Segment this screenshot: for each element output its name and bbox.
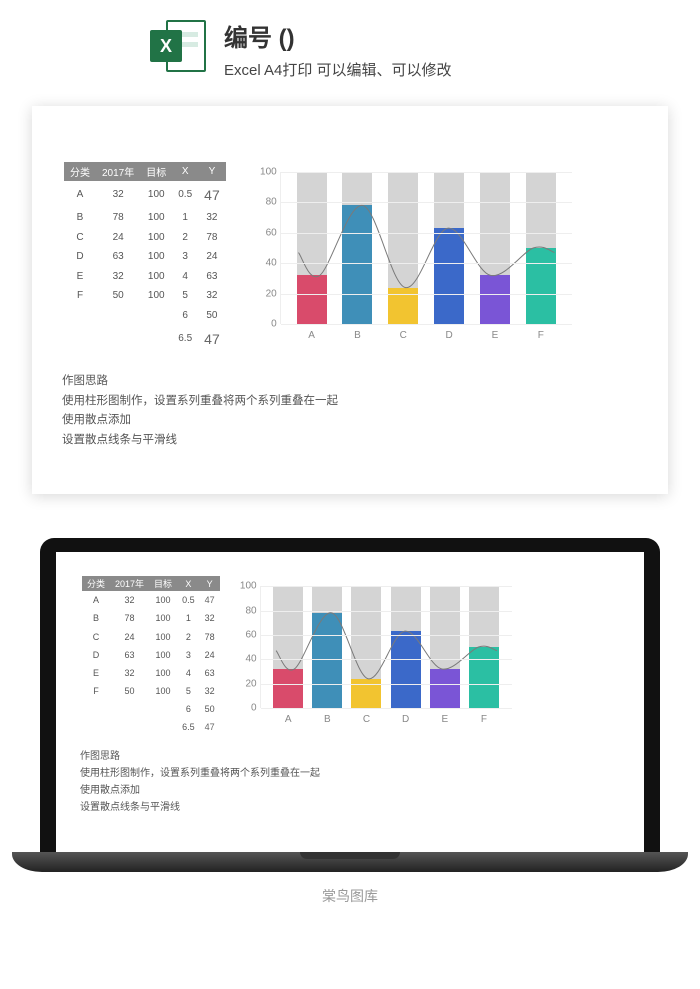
- data-table: 分类2017年目标XY A321000.547B78100132C2410027…: [64, 162, 226, 352]
- bar-C: C: [388, 172, 418, 324]
- brand-watermark: 棠鸟图库: [40, 872, 660, 906]
- bar-A: A: [297, 172, 327, 324]
- table-row: B78100132: [64, 208, 226, 228]
- table-row: F50100532: [64, 286, 226, 306]
- table-header: 分类: [82, 576, 110, 591]
- table-row: D63100324: [82, 646, 220, 664]
- data-table-mini: 分类2017年目标XY A321000.547B78100132C2410027…: [82, 576, 220, 736]
- page-subtitle: Excel A4打印 可以编辑、可以修改: [224, 59, 452, 80]
- notes-text: 作图思路 使用柱形图制作，设置系列重叠将两个系列重叠在一起 使用散点添加 设置散…: [52, 372, 648, 450]
- bar-A: A: [273, 586, 303, 708]
- excel-icon: X: [150, 18, 206, 74]
- bar-F: F: [526, 172, 556, 324]
- bar-B: B: [342, 172, 372, 324]
- table-header: 目标: [140, 162, 172, 181]
- table-row: 650: [64, 306, 226, 326]
- table-row: C24100278: [64, 228, 226, 248]
- bar-D: D: [391, 586, 421, 708]
- bar-C: C: [351, 586, 381, 708]
- table-row: 6.547: [64, 325, 226, 352]
- bar-B: B: [312, 586, 342, 708]
- table-header: Y: [200, 576, 220, 591]
- notes-text-mini: 作图思路 使用柱形图制作，设置系列重叠将两个系列重叠在一起 使用散点添加 设置散…: [70, 748, 630, 816]
- table-header: 目标: [149, 576, 177, 591]
- table-row: F50100532: [82, 682, 220, 700]
- bar-E: E: [480, 172, 510, 324]
- table-row: A321000.547: [64, 181, 226, 208]
- bar-chart-mini: ABCDEF 020406080100: [230, 576, 520, 736]
- table-header: 分类: [64, 162, 96, 181]
- laptop-mockup: 分类2017年目标XY A321000.547B78100132C2410027…: [0, 494, 700, 906]
- table-row: C24100278: [82, 627, 220, 645]
- table-row: E32100463: [82, 664, 220, 682]
- table-header: 2017年: [110, 576, 149, 591]
- table-row: E32100463: [64, 267, 226, 287]
- table-header: Y: [198, 162, 226, 181]
- table-header: 2017年: [96, 162, 140, 181]
- table-row: 6.547: [82, 718, 220, 736]
- bar-D: D: [434, 172, 464, 324]
- table-row: D63100324: [64, 247, 226, 267]
- table-row: B78100132: [82, 609, 220, 627]
- preview-card: 分类2017年目标XY A321000.547B78100132C2410027…: [32, 106, 668, 494]
- bar-chart: ABCDEF 020406080100: [250, 162, 580, 352]
- table-row: A321000.547: [82, 591, 220, 609]
- bar-F: F: [469, 586, 499, 708]
- table-row: 650: [82, 700, 220, 718]
- table-header: X: [177, 576, 200, 591]
- page-header: X 编号 () Excel A4打印 可以编辑、可以修改: [0, 0, 700, 92]
- table-header: X: [172, 162, 198, 181]
- page-title: 编号 (): [224, 18, 452, 53]
- bar-E: E: [430, 586, 460, 708]
